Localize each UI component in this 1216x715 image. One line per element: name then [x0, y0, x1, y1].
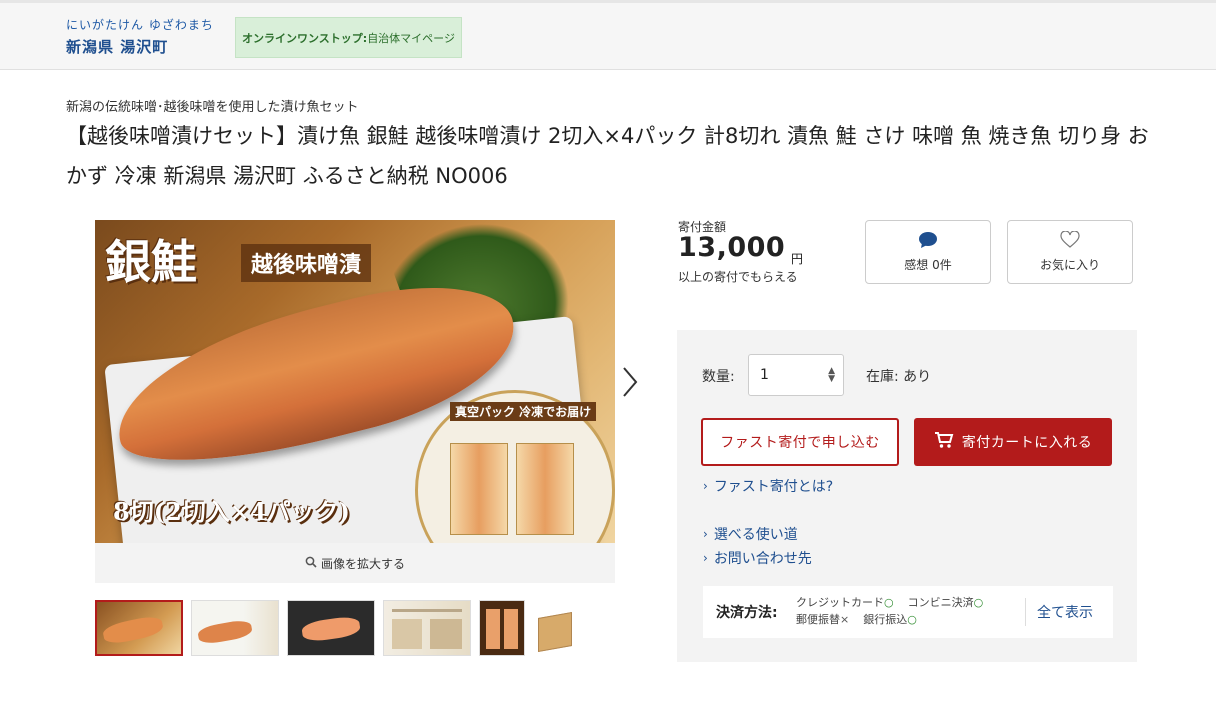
donation-amount: 13,000 [678, 232, 786, 263]
thumbnail-4[interactable] [383, 600, 471, 656]
available-mark: ○ [884, 596, 894, 609]
municipality-kana: にいがたけん ゆざわまち [66, 18, 214, 32]
fast-donation-info-link[interactable]: › ファスト寄付とは? [703, 476, 833, 496]
quantity-select[interactable]: 1 ▲ ▼ [748, 354, 844, 396]
payment-method-name: 郵便振替 [796, 613, 840, 626]
cart-icon [934, 431, 954, 453]
site-header: にいがたけん ゆざわまち 新潟県 湯沢町 オンラインワンストップ: 自治体マイペー… [0, 0, 1216, 70]
divider [1025, 598, 1026, 626]
updown-arrows-icon: ▲ ▼ [828, 366, 835, 384]
product-title: 【越後味噌漬けセット】漬け魚 銀鮭 越後味噌漬け 2切入×4パック 計8切れ 漬… [66, 124, 1149, 188]
onestop-mypage-link[interactable]: オンラインワンストップ: 自治体マイページ [235, 17, 462, 58]
payment-method-name: コンビニ決済 [907, 596, 974, 609]
pack-graphic [450, 443, 508, 535]
image-count-text: 8切(2切入×4パック) [113, 497, 350, 526]
contact-link[interactable]: › お問い合わせ先 [703, 548, 812, 568]
comment-icon [918, 231, 938, 252]
unavailable-mark: × [840, 613, 850, 626]
stock-status: 在庫: あり [866, 369, 932, 385]
usage-label: 選べる使い道 [713, 527, 798, 543]
zoom-label: 画像を拡大する [320, 556, 405, 571]
fast-donation-button[interactable]: ファスト寄付で申し込む [701, 418, 899, 466]
donation-unit: 円 [791, 252, 804, 266]
available-mark: ○ [973, 596, 984, 609]
product-subtitle: 新潟の伝統味噌･越後味噌を使用した漬け魚セット [66, 100, 359, 115]
heart-icon [1060, 230, 1080, 252]
contact-label: お問い合わせ先 [713, 551, 812, 567]
reviews-button[interactable]: 感想 0件 [865, 220, 991, 284]
quantity-label: 数量: [702, 369, 735, 385]
payment-method-list: クレジットカード○ コンビニ決済○ 郵便振替× 銀行振込○ [796, 594, 983, 628]
thumbnail-5[interactable] [479, 600, 525, 656]
payment-label: 決済方法: [716, 605, 778, 621]
onestop-label: オンラインワンストップ: [242, 31, 368, 45]
show-all-payments-link[interactable]: 全て表示 [1037, 602, 1093, 622]
municipality-name[interactable]: 新潟県 湯沢町 [66, 36, 168, 57]
chevron-right-icon: › [703, 551, 708, 565]
usage-link[interactable]: › 選べる使い道 [703, 524, 798, 544]
zoom-image-button[interactable]: 画像を拡大する [95, 543, 615, 583]
image-banner-text: 越後味噌漬 [241, 244, 372, 282]
onestop-mypage-label: 自治体マイページ [367, 31, 455, 45]
reviews-label: 感想 0件 [904, 258, 952, 272]
image-brand-text: 銀鮭 [105, 235, 197, 289]
thumbnail-2[interactable] [191, 600, 279, 656]
image-pack-note: 真空パック 冷凍でお届け [450, 402, 597, 421]
fast-donation-info-label: ファスト寄付とは? [713, 479, 834, 495]
add-to-cart-label: 寄付カートに入れる [961, 435, 1093, 451]
thumbnail-3[interactable] [287, 600, 375, 656]
favorite-button[interactable]: お気に入り [1007, 220, 1133, 284]
chevron-right-icon: › [703, 479, 708, 493]
thumbnail-1[interactable] [95, 600, 183, 656]
donation-note: 以上の寄付でもらえる [678, 270, 798, 284]
add-to-cart-button[interactable]: 寄付カートに入れる [914, 418, 1112, 466]
payment-method-name: クレジットカード [796, 596, 884, 609]
payment-methods-box: 決済方法: クレジットカード○ コンビニ決済○ 郵便振替× 銀行振込○ 全て表示 [703, 586, 1113, 638]
favorite-label: お気に入り [1039, 258, 1100, 272]
quantity-value: 1 [760, 367, 769, 383]
product-main-image[interactable]: 銀鮭 越後味噌漬 真空パック 冷凍でお届け 8切(2切入×4パック) [95, 220, 615, 543]
pack-graphic [516, 443, 574, 535]
chevron-right-icon: › [703, 527, 708, 541]
next-image-chevron-icon[interactable] [618, 362, 642, 402]
thumbnail-strip [95, 600, 579, 656]
available-mark: ○ [907, 613, 917, 626]
magnifier-icon [305, 556, 317, 571]
payment-method-name: 銀行振込 [863, 613, 908, 626]
thumbnail-6[interactable] [533, 600, 579, 656]
